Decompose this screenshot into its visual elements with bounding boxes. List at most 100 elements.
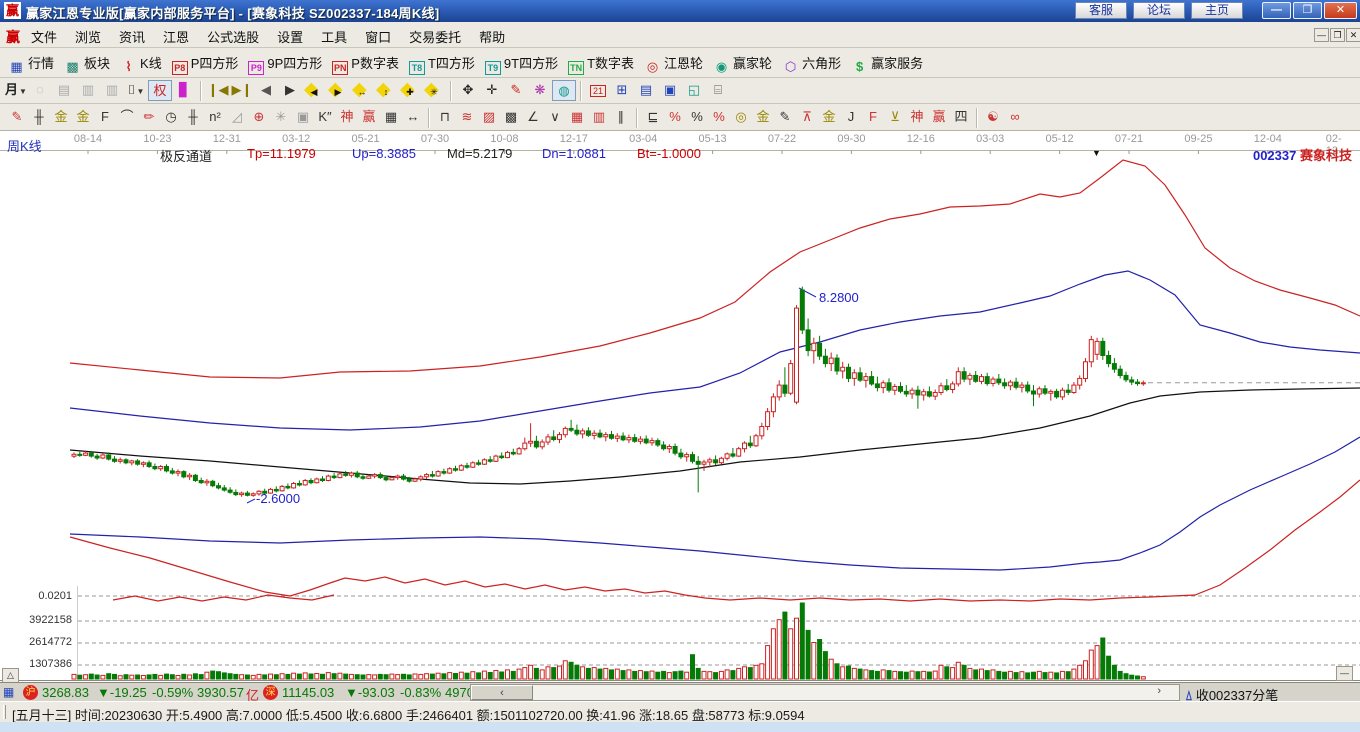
toolbar-button-dia-star[interactable]: ◆ ✳ [422,80,446,101]
draw-tool-gold-angle[interactable]: 金 [818,107,840,127]
draw-tool-angle-lines[interactable]: ∠ [522,107,544,127]
kefu-button[interactable]: 客服 [1075,2,1127,19]
draw-tool-brush-tool[interactable]: ✏ [138,107,160,127]
draw-tool-gann-grid[interactable]: ╫ [28,107,50,127]
toolbar-button-kxian[interactable]: ⌇ K线 [116,51,168,74]
draw-tool-percent-black[interactable]: % [686,107,708,127]
draw-tool-yinyang[interactable]: ☯ [982,107,1004,127]
draw-tool-angle-tool[interactable]: ◿ [226,107,248,127]
quote-grid-icon[interactable]: ▦ [3,685,19,699]
menu-item-7[interactable]: 窗口 [356,22,400,46]
toolbar-button-export[interactable]: ◱ [682,80,706,101]
draw-tool-hatch-box[interactable]: ▨ [478,107,500,127]
menu-item-3[interactable]: 江恩 [154,22,198,46]
draw-tool-v-line[interactable]: ⊻ [884,107,906,127]
toolbar-button-9t-sifang[interactable]: T9 9T四方形 [481,51,564,75]
toolbar-button-nav-first[interactable]: ❙◀ [206,80,230,101]
menu-item-6[interactable]: 工具 [312,22,356,46]
close-button[interactable]: ✕ [1324,2,1357,19]
draw-tool-note-flag[interactable]: ✎ [774,107,796,127]
draw-tool-j-line[interactable]: J [840,107,862,127]
toolbar-button-liujiao[interactable]: ⬡ 六角形 [778,51,847,74]
scrollbar-thumb[interactable]: ‹ [471,685,533,700]
collapse-pane-button[interactable]: — [1336,666,1353,681]
toolbar-button-calculator[interactable]: ⊞ [610,80,634,101]
toolbar-button-9p-sifang[interactable]: P9 9P四方形 [244,51,328,75]
toolbar-button-nav-last[interactable]: ▶❙ [230,80,254,101]
mdi-minimize-button[interactable]: — [1314,28,1329,42]
draw-tool-shen-angle[interactable]: 神 [906,107,928,127]
draw-tool-win-tool[interactable]: 赢 [358,107,380,127]
draw-tool-star-grid[interactable]: ✳ [270,107,292,127]
toolbar-button-pan-hand[interactable]: ✥ [456,80,480,101]
menu-item-9[interactable]: 帮助 [470,22,514,46]
menu-item-1[interactable]: 浏览 [66,22,110,46]
draw-tool-box-grid[interactable]: ▣ [292,107,314,127]
toolbar-button-period-month[interactable]: 月▼ [4,80,28,101]
draw-tool-square-n2[interactable]: n² [204,107,226,127]
toolbar-button-p-shuzi[interactable]: PN P数字表 [328,51,405,75]
draw-tool-target-tool[interactable]: ⊕ [248,107,270,127]
menu-item-0[interactable]: 文件 [22,22,66,46]
toolbar-button-marker-pen[interactable]: ✎ [504,80,528,101]
draw-tool-grid123[interactable]: ▦ [380,107,402,127]
draw-tool-percent-line[interactable]: % [708,107,730,127]
draw-tool-gold-circle[interactable]: ◎ [730,107,752,127]
toolbar-button-flower[interactable]: ❋ [528,80,552,101]
toolbar-button-dia-plus[interactable]: ◆ ✚ [398,80,422,101]
toolbar-button-t-sifang[interactable]: T8 T四方形 [405,51,481,75]
toolbar-button-dia-shrink[interactable]: ◆ ↕ [374,80,398,101]
toolbar-button-bankuai[interactable]: ▩ 板块 [60,51,116,74]
chart-canvas[interactable] [0,131,1360,687]
draw-tool-percent-red[interactable]: % [664,107,686,127]
minimize-button[interactable]: — [1262,2,1291,19]
draw-tool-four-tool[interactable]: 四 [950,107,972,127]
mdi-close-button[interactable]: ✕ [1346,28,1360,42]
toolbar-button-save[interactable]: ▣ [658,80,682,101]
draw-tool-red-grid-1[interactable]: ▦ [566,107,588,127]
zhuye-button[interactable]: 主页 [1191,2,1243,19]
toolbar-button-nav-next[interactable]: ▶ [278,80,302,101]
draw-tool-measure-h[interactable]: ↔ [402,107,424,127]
draw-tool-dense-box[interactable]: ▩ [500,107,522,127]
scroll-right-icon[interactable]: › [1157,685,1161,697]
menu-item-8[interactable]: 交易委托 [400,22,470,46]
toolbar-button-p-sifang[interactable]: P8 P四方形 [168,51,245,75]
toolbar-button-t-shuzi[interactable]: TN T数字表 [564,51,640,75]
toolbar-button-candle-style[interactable]: ⌷▼ [124,80,148,101]
draw-tool-gold-line[interactable]: 金 [752,107,774,127]
draw-tool-k-notation[interactable]: K″ [314,107,336,127]
restore-button[interactable]: ❐ [1293,2,1322,19]
draw-tool-fan-lines[interactable]: ≋ [456,107,478,127]
menu-item-4[interactable]: 公式选股 [198,22,268,46]
toolbar-button-notepad[interactable]: ▤ [634,80,658,101]
chart-area[interactable]: 周K线 08-14 10-23 12-31 03-12 05-21 07-30 10-08 1… [0,131,1360,683]
draw-tool-gold-grid-1[interactable]: 金 [50,107,72,127]
toolbar-button-print[interactable]: ⌸ [706,80,730,101]
draw-tool-time-circle[interactable]: ◷ [160,107,182,127]
toolbar-button-jiangenlun[interactable]: ◎ 江恩轮 [640,51,709,74]
toolbar-button-dia-expand[interactable]: ◆ ↔ [350,80,374,101]
menu-item-5[interactable]: 设置 [268,22,312,46]
draw-tool-zigzag-tool[interactable]: ∨ [544,107,566,127]
toolbar-button-dia-left[interactable]: ◆ ◀ [302,80,326,101]
draw-tool-draw-pen[interactable]: ✎ [6,107,28,127]
draw-tool-shen-tool[interactable]: 神 [336,107,358,127]
toolbar-button-fuwu[interactable]: $ 赢家服务 [847,51,929,74]
draw-tool-pivot-tool[interactable]: ⊼ [796,107,818,127]
draw-tool-fibo-grid[interactable]: F [94,107,116,127]
draw-tool-red-grid-2[interactable]: ▥ [588,107,610,127]
toolbar-button-dia-right[interactable]: ◆ ▶ [326,80,350,101]
draw-tool-price-grid[interactable]: ╫ [182,107,204,127]
draw-tool-infinity[interactable]: ∞ [1004,107,1026,127]
toolbar-button-region[interactable]: ◍ [552,80,576,101]
toolbar-button-nav-prev[interactable]: ◀ [254,80,278,101]
draw-tool-bracket-tool[interactable]: ⊓ [434,107,456,127]
toolbar-button-hangqing[interactable]: ▦ 行情 [4,51,60,74]
toolbar-button-calendar[interactable]: 21 [586,80,610,101]
expand-pane-button[interactable]: △ [2,668,19,683]
toolbar-button-colored-chart[interactable]: ▊ [172,80,196,101]
draw-tool-arc-tool[interactable]: ⌒ [116,107,138,127]
toolbar-button-yingjialun[interactable]: ◉ 赢家轮 [709,51,778,74]
mdi-restore-button[interactable]: ❐ [1330,28,1345,42]
